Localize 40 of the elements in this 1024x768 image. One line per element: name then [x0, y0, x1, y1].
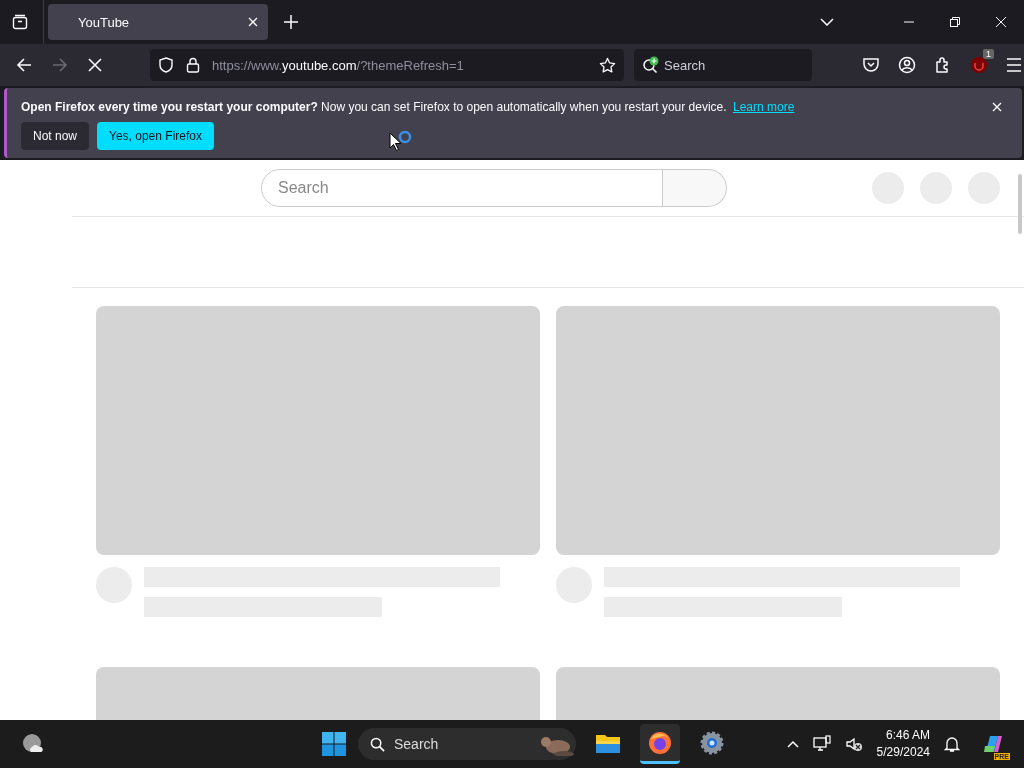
count-badge: 1: [983, 49, 994, 59]
star-icon[interactable]: [599, 56, 616, 74]
pocket-icon[interactable]: [862, 56, 880, 74]
muted-speaker-icon[interactable]: [844, 735, 863, 753]
tab-overview-icon[interactable]: [12, 14, 28, 30]
search-field[interactable]: Search: [634, 49, 812, 81]
clock-time[interactable]: 6:46 AM: [885, 727, 930, 744]
restore-icon[interactable]: [950, 17, 960, 27]
search-field[interactable]: Search: [261, 169, 663, 207]
close-icon[interactable]: [248, 17, 258, 27]
gear-icon: [700, 730, 724, 755]
network-icon[interactable]: [812, 735, 831, 753]
windows-start-icon[interactable]: [322, 732, 346, 756]
new-tab-icon[interactable]: [284, 15, 298, 29]
browser-tab[interactable]: YouTube: [48, 4, 268, 40]
folder-icon: [596, 732, 620, 753]
menu-icon[interactable]: [1006, 58, 1022, 72]
shield-icon[interactable]: [158, 57, 174, 73]
scrollbar[interactable]: [1018, 174, 1022, 234]
notification-message: Open Firefox every time you restart your computer? Now you can set Firefox to open automatically when you restart your device. Learn more: [21, 100, 796, 114]
clock-date[interactable]: 5/29/2024: [876, 744, 930, 761]
firefox-icon: [648, 730, 672, 755]
chevron-up-icon[interactable]: [786, 740, 799, 748]
back-arrow-icon[interactable]: [16, 57, 32, 73]
lock-icon[interactable]: [186, 57, 200, 73]
account-icon[interactable]: [898, 56, 916, 74]
chevron-down-icon[interactable]: [820, 18, 834, 26]
taskbar-app[interactable]: [640, 724, 680, 764]
shield-extension-icon[interactable]: [970, 56, 988, 74]
url-text[interactable]: https://www.youtube.com/?themeRefresh=1: [212, 57, 587, 73]
close-icon[interactable]: [992, 102, 1002, 112]
stop-icon[interactable]: [88, 58, 102, 72]
forward-arrow-icon[interactable]: [52, 57, 68, 73]
taskbar-search-field[interactable]: Search: [358, 728, 576, 760]
tab-title: YouTube: [78, 14, 130, 30]
close-icon[interactable]: [996, 17, 1006, 27]
confirm-button[interactable]: Yes, open Firefox: [97, 122, 214, 150]
dismiss-button[interactable]: Not now: [21, 122, 90, 150]
learn-more-link[interactable]: Learn more: [732, 100, 795, 114]
bell-icon[interactable]: [944, 735, 960, 753]
